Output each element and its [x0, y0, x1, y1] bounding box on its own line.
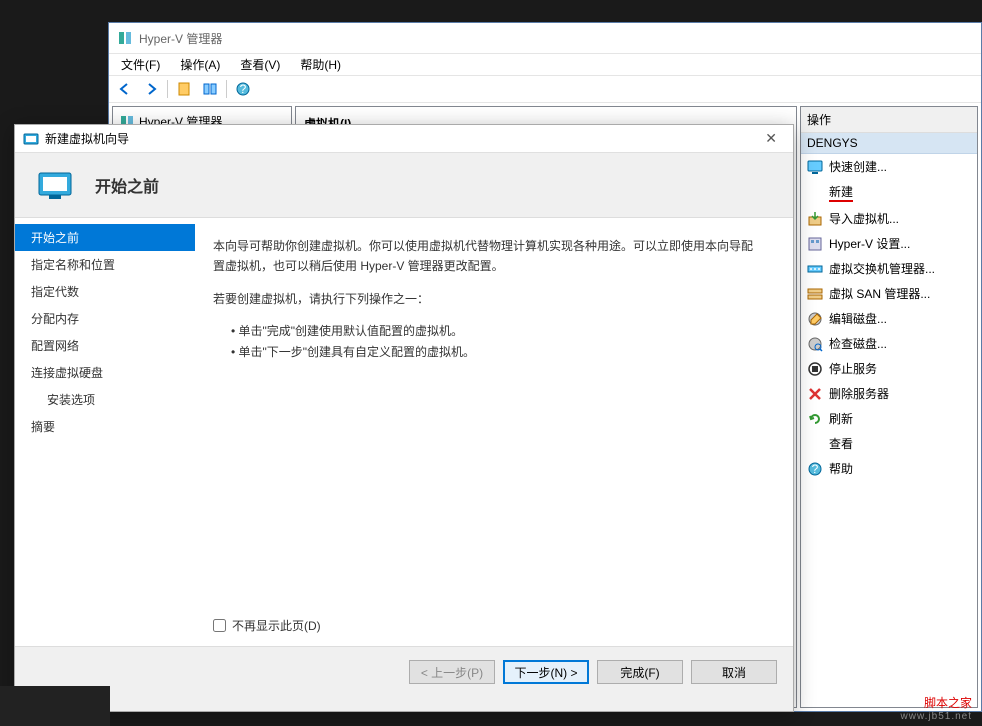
settings-icon: [807, 236, 823, 252]
action-item-12[interactable]: ? 帮助: [801, 456, 977, 481]
hyperv-app-icon: [117, 30, 133, 46]
switch-icon: [807, 261, 823, 277]
wizard-step-7[interactable]: 摘要: [15, 413, 195, 440]
wizard-nav: 开始之前指定名称和位置指定代数分配内存配置网络连接虚拟硬盘安装选项摘要: [15, 218, 195, 646]
action-item-8[interactable]: 停止服务: [801, 356, 977, 381]
wizard-bullets: • 单击"完成"创建使用默认值配置的虚拟机。 • 单击"下一步"创建具有自定义配…: [231, 321, 763, 362]
wizard-bullet1: • 单击"完成"创建使用默认值配置的虚拟机。: [231, 321, 763, 341]
import-icon: [807, 211, 823, 227]
help-icon: ?: [807, 461, 823, 477]
wizard-titlebar[interactable]: 新建虚拟机向导 ✕: [15, 125, 793, 153]
action-label: 虚拟交换机管理器...: [829, 260, 935, 277]
wizard-step-2[interactable]: 指定代数: [15, 278, 195, 305]
wizard-bullet2: • 单击"下一步"创建具有自定义配置的虚拟机。: [231, 342, 763, 362]
toolbar-separator: [226, 80, 227, 98]
stop-icon: [807, 361, 823, 377]
main-toolbar: ?: [109, 75, 981, 103]
disk-check-icon: [807, 336, 823, 352]
actions-section: DENGYS: [801, 133, 977, 154]
actions-header: 操作: [801, 107, 977, 133]
wizard-step-1[interactable]: 指定名称和位置: [15, 251, 195, 278]
wizard-step-4[interactable]: 配置网络: [15, 332, 195, 359]
dont-show-again-checkbox[interactable]: [213, 619, 226, 632]
wizard-app-icon: [23, 131, 39, 147]
wizard-body: 开始之前指定名称和位置指定代数分配内存配置网络连接虚拟硬盘安装选项摘要 本向导可…: [15, 217, 793, 647]
action-label: 删除服务器: [829, 385, 889, 402]
main-menubar: 文件(F) 操作(A) 查看(V) 帮助(H): [109, 53, 981, 75]
dont-show-again-label: 不再显示此页(D): [232, 616, 321, 636]
action-label: 编辑磁盘...: [829, 310, 887, 327]
wizard-window-title: 新建虚拟机向导: [45, 130, 129, 147]
action-item-7[interactable]: 检查磁盘...: [801, 331, 977, 356]
wizard-step-5[interactable]: 连接虚拟硬盘: [15, 359, 195, 386]
action-item-5[interactable]: 虚拟 SAN 管理器...: [801, 281, 977, 306]
taskbar-fragment: [0, 686, 110, 726]
action-label: 导入虚拟机...: [829, 210, 899, 227]
main-titlebar[interactable]: Hyper-V 管理器: [109, 23, 981, 53]
action-item-0[interactable]: 快速创建...: [801, 154, 977, 179]
wizard-header-title: 开始之前: [95, 173, 159, 197]
wizard-header-icon: [35, 165, 75, 205]
refresh-icon: [807, 411, 823, 427]
actions-list: 快速创建... 新建导入虚拟机... Hyper-V 设置... 虚拟交换机管理器..…: [801, 154, 977, 481]
next-button[interactable]: 下一步(N) >: [503, 660, 589, 684]
san-icon: [807, 286, 823, 302]
wizard-para2: 若要创建虚拟机，请执行下列操作之一：: [213, 289, 763, 309]
wizard-header: 开始之前: [15, 153, 793, 217]
watermark-url: www.jb51.net: [901, 712, 972, 722]
toolbar-separator: [167, 80, 168, 98]
action-label: 停止服务: [829, 360, 877, 377]
new-vm-wizard-dialog: 新建虚拟机向导 ✕ 开始之前 开始之前指定名称和位置指定代数分配内存配置网络连接…: [14, 124, 794, 712]
action-label: Hyper-V 设置...: [829, 235, 910, 252]
action-label: 虚拟 SAN 管理器...: [829, 285, 930, 302]
show-hide-button[interactable]: [198, 78, 222, 100]
wizard-content: 本向导可帮助你创建虚拟机。你可以使用虚拟机代替物理计算机实现各种用途。可以立即使…: [195, 218, 793, 646]
action-item-3[interactable]: Hyper-V 设置...: [801, 231, 977, 256]
wizard-para1: 本向导可帮助你创建虚拟机。你可以使用虚拟机代替物理计算机实现各种用途。可以立即使…: [213, 236, 763, 277]
action-label: 快速创建...: [829, 158, 887, 175]
action-item-10[interactable]: 刷新: [801, 406, 977, 431]
delete-icon: [807, 386, 823, 402]
menu-view[interactable]: 查看(V): [232, 54, 288, 75]
finish-button[interactable]: 完成(F): [597, 660, 683, 684]
action-item-4[interactable]: 虚拟交换机管理器...: [801, 256, 977, 281]
monitor-icon: [807, 159, 823, 175]
action-item-1[interactable]: 新建: [801, 179, 977, 206]
action-label: 检查磁盘...: [829, 335, 887, 352]
wizard-step-0[interactable]: 开始之前: [15, 224, 195, 251]
dont-show-again-row: 不再显示此页(D): [213, 616, 321, 636]
close-button[interactable]: ✕: [757, 130, 785, 147]
forward-button[interactable]: [139, 78, 163, 100]
prev-button[interactable]: < 上一步(P): [409, 660, 495, 684]
svg-text:?: ?: [240, 82, 247, 96]
action-label: 帮助: [829, 460, 853, 477]
wizard-step-6[interactable]: 安装选项: [15, 386, 195, 413]
properties-button[interactable]: [172, 78, 196, 100]
menu-action[interactable]: 操作(A): [172, 54, 228, 75]
menu-file[interactable]: 文件(F): [113, 54, 168, 75]
actions-panel: 操作 DENGYS 快速创建... 新建导入虚拟机... Hyper-V 设置...…: [800, 106, 978, 708]
back-button[interactable]: [113, 78, 137, 100]
action-item-2[interactable]: 导入虚拟机...: [801, 206, 977, 231]
action-item-9[interactable]: 删除服务器: [801, 381, 977, 406]
help-button[interactable]: ?: [231, 78, 255, 100]
watermark: 脚本之家 www.jb51.net: [901, 688, 972, 722]
action-label: 查看: [829, 435, 853, 452]
wizard-step-3[interactable]: 分配内存: [15, 305, 195, 332]
menu-help[interactable]: 帮助(H): [292, 54, 349, 75]
main-title: Hyper-V 管理器: [139, 30, 222, 47]
svg-text:?: ?: [812, 462, 819, 476]
action-label: 新建: [829, 183, 853, 202]
action-item-11[interactable]: 查看: [801, 431, 977, 456]
disk-edit-icon: [807, 311, 823, 327]
action-label: 刷新: [829, 410, 853, 427]
cancel-button[interactable]: 取消: [691, 660, 777, 684]
action-item-6[interactable]: 编辑磁盘...: [801, 306, 977, 331]
wizard-footer: < 上一步(P) 下一步(N) > 完成(F) 取消: [15, 647, 793, 697]
watermark-text: 脚本之家: [924, 696, 972, 710]
